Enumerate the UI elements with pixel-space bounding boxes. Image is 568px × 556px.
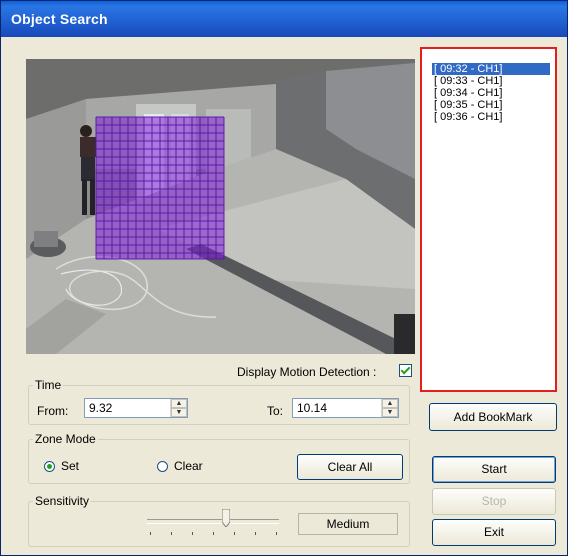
to-time-input[interactable]: 10.14 ▲ ▼ (292, 398, 399, 418)
object-search-window: Object Search [09:32 - CH1] [09:33 - C… (0, 0, 568, 556)
sensitivity-slider-track[interactable] (147, 519, 279, 524)
sensitivity-slider-thumb[interactable] (222, 509, 231, 527)
zone-set-radio[interactable] (44, 461, 55, 472)
spin-up-icon[interactable]: ▲ (382, 399, 398, 408)
bookmark-items: [ 09:32 - CH1][ 09:33 - CH1][ 09:34 - CH… (432, 63, 550, 123)
motion-detection-checkbox[interactable] (399, 364, 412, 377)
spin-down-icon[interactable]: ▼ (382, 408, 398, 417)
clear-all-button[interactable]: Clear All (297, 454, 403, 480)
bookmark-item[interactable]: [ 09:36 - CH1] (432, 111, 550, 123)
slider-tick (276, 532, 277, 535)
to-time-spinner[interactable]: ▲ ▼ (381, 399, 398, 417)
slider-tick (213, 532, 214, 535)
bookmark-item[interactable]: [ 09:34 - CH1] (432, 87, 550, 99)
camera-frame-image (26, 59, 415, 354)
bookmark-list[interactable]: [ 09:32 - CH1][ 09:33 - CH1][ 09:34 - CH… (420, 47, 557, 392)
from-time-spinner[interactable]: ▲ ▼ (170, 399, 187, 417)
spin-down-icon[interactable]: ▼ (171, 408, 187, 417)
add-bookmark-button[interactable]: Add BookMark (429, 403, 557, 431)
zone-set-label: Set (61, 459, 80, 473)
zone-mode-legend: Zone Mode (33, 432, 98, 446)
sensitivity-legend: Sensitivity (33, 494, 92, 508)
window-title: Object Search (11, 11, 108, 27)
slider-tick (255, 532, 256, 535)
sensitivity-value: Medium (298, 513, 398, 535)
title-bar: Object Search (1, 1, 567, 37)
bookmark-item[interactable]: [ 09:33 - CH1] (432, 75, 550, 87)
zone-clear-radio[interactable] (157, 461, 168, 472)
slider-tick (150, 532, 151, 535)
time-legend: Time (33, 378, 64, 392)
bookmark-item[interactable]: [ 09:35 - CH1] (432, 99, 550, 111)
motion-detection-label: Display Motion Detection : (237, 365, 377, 379)
to-label: To: (267, 404, 284, 418)
slider-tick (192, 532, 193, 535)
from-label: From: (37, 404, 69, 418)
slider-tick (171, 532, 172, 535)
motion-detection-grid (95, 116, 225, 260)
zone-clear-label: Clear (174, 459, 203, 473)
spin-up-icon[interactable]: ▲ (171, 399, 187, 408)
bookmark-item[interactable]: [ 09:32 - CH1] (432, 63, 550, 75)
start-button[interactable]: Start (432, 456, 556, 483)
video-preview[interactable] (26, 59, 415, 354)
from-time-value: 9.32 (89, 401, 113, 415)
slider-tick (234, 532, 235, 535)
from-time-input[interactable]: 9.32 ▲ ▼ (84, 398, 188, 418)
to-time-value: 10.14 (297, 401, 328, 415)
stop-button[interactable]: Stop (432, 488, 556, 515)
exit-button[interactable]: Exit (432, 519, 556, 546)
